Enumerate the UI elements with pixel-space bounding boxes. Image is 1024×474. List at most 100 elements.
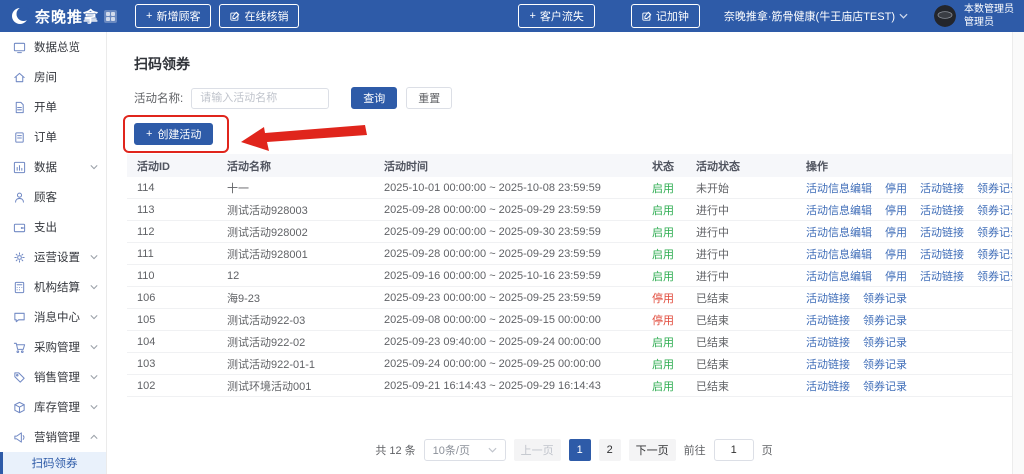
table-row: 114 十一 2025-10-01 00:00:00 ~ 2025-10-08 23… <box>127 177 1021 199</box>
action-link[interactable]: 停用 <box>885 246 907 262</box>
action-link[interactable]: 活动链接 <box>920 268 964 284</box>
sidebar-item[interactable]: 开单 <box>0 92 106 122</box>
table-row: 103 测试活动922-01-1 2025-09-24 00:00:00 ~ 202… <box>127 353 1021 375</box>
avatar[interactable] <box>934 5 956 27</box>
chevron-down-icon <box>90 283 98 291</box>
store-selector[interactable]: 奈晚推拿·筋骨健康(牛王庙店TEST) <box>724 8 908 24</box>
status-badge: 启用 <box>652 226 674 239</box>
plus-icon: + <box>146 128 153 140</box>
wallet-icon <box>13 221 26 234</box>
action-link[interactable]: 停用 <box>885 224 907 240</box>
sidebar-item[interactable]: 数据总览 <box>0 32 106 62</box>
sidebar-item[interactable]: 顾客 <box>0 182 106 212</box>
sidebar-item[interactable]: 支出 <box>0 212 106 242</box>
activity-name: 测试活动922-01-1 <box>227 358 316 371</box>
customer-loss-button[interactable]: + 客户流失 <box>518 4 595 28</box>
page-number-button[interactable]: 2 <box>598 439 621 461</box>
activity-status: 进行中 <box>696 204 729 217</box>
action-link[interactable]: 领券记录 <box>863 378 907 394</box>
activity-name-input[interactable] <box>191 87 330 109</box>
doc-icon <box>13 101 26 114</box>
record-overtime-button[interactable]: 记加钟 <box>630 4 700 28</box>
action-link[interactable]: 活动链接 <box>806 334 850 350</box>
scrollbar[interactable] <box>1012 32 1024 474</box>
action-link[interactable]: 活动信息编辑 <box>806 224 872 240</box>
table-row: 105 测试活动922-03 2025-09-08 00:00:00 ~ 2025-… <box>127 309 1021 331</box>
sidebar: 数据总览房间 开单 订单数据顾客支出运营设置机构结算 消息中心 采购管理销售管理库存管理… <box>0 32 107 474</box>
action-link[interactable]: 停用 <box>885 202 907 218</box>
action-link[interactable]: 活动链接 <box>920 224 964 240</box>
sidebar-item[interactable]: 库存管理 <box>0 392 106 422</box>
gear-icon <box>13 251 26 264</box>
sidebar-item[interactable]: 数据 <box>0 152 106 182</box>
sidebar-item[interactable]: 消息中心 <box>0 302 106 332</box>
box-icon <box>13 401 26 414</box>
calc-icon <box>13 281 26 294</box>
activity-time: 2025-10-01 00:00:00 ~ 2025-10-08 23:59:5… <box>384 181 601 194</box>
page-title: 扫码领券 <box>134 56 190 72</box>
action-link[interactable]: 活动链接 <box>920 202 964 218</box>
sidebar-item[interactable]: 房间 <box>0 62 106 92</box>
create-activity-button[interactable]: + 创建活动 <box>134 123 214 145</box>
sidebar-item-label: 数据总览 <box>34 42 80 54</box>
edit-icon <box>230 11 240 21</box>
search-button[interactable]: 查询 <box>351 87 398 109</box>
action-link[interactable]: 活动链接 <box>806 290 850 306</box>
action-link[interactable]: 活动链接 <box>806 312 850 328</box>
plus-icon: + <box>529 10 536 22</box>
sidebar-item[interactable]: 机构结算 <box>0 272 106 302</box>
total-count: 共 12 条 <box>375 445 416 457</box>
sidebar-item-label: 销售管理 <box>34 372 80 384</box>
prev-page-button[interactable]: 上一页 <box>513 439 561 461</box>
sidebar-item[interactable]: 订单 <box>0 122 106 152</box>
chevron-down-icon <box>90 373 98 381</box>
action-link[interactable]: 活动信息编辑 <box>806 268 872 284</box>
sidebar-item-label: 运营设置 <box>34 252 80 264</box>
page-size-select[interactable]: 10条/页 <box>423 439 506 461</box>
sidebar-item-label: 支出 <box>34 222 57 234</box>
action-link[interactable]: 活动信息编辑 <box>806 202 872 218</box>
sidebar-item[interactable]: 采购管理 <box>0 332 106 362</box>
activity-status: 已结束 <box>696 380 729 393</box>
order-icon <box>13 131 26 144</box>
sidebar-subitem-scan-coupon[interactable]: 扫码领券 <box>0 452 106 474</box>
action-link[interactable]: 停用 <box>885 268 907 284</box>
action-link[interactable]: 活动链接 <box>920 246 964 262</box>
row-actions: 活动信息编辑 停用 活动链接 领券记录 <box>796 224 1021 240</box>
activity-name: 测试活动922-02 <box>227 336 306 349</box>
main-content: 扫码领券 活动名称: 查询 重置 + 创建活动 活动ID活动名称活动时间状态活动… <box>107 32 1024 474</box>
action-link[interactable]: 活动链接 <box>806 378 850 394</box>
action-link[interactable]: 停用 <box>885 180 907 196</box>
status-badge: 启用 <box>652 182 674 195</box>
sidebar-item-label: 数据 <box>34 162 57 174</box>
reset-button[interactable]: 重置 <box>406 87 453 109</box>
sidebar-menu: 数据总览房间 开单 订单数据顾客支出运营设置机构结算 消息中心 采购管理销售管理库存管理… <box>0 32 106 452</box>
action-link[interactable]: 领券记录 <box>863 312 907 328</box>
new-customer-button[interactable]: + 新增顾客 <box>135 4 212 28</box>
status-badge: 启用 <box>652 204 674 217</box>
action-link[interactable]: 活动信息编辑 <box>806 180 872 196</box>
sidebar-item[interactable]: 销售管理 <box>0 362 106 392</box>
row-actions: 活动信息编辑 停用 活动链接 领券记录 <box>796 246 1021 262</box>
action-link[interactable]: 领券记录 <box>863 290 907 306</box>
goto-page-input[interactable] <box>713 439 754 461</box>
action-link[interactable]: 领券记录 <box>863 356 907 372</box>
sidebar-item[interactable]: 营销管理 <box>0 422 106 452</box>
action-link[interactable]: 活动信息编辑 <box>806 246 872 262</box>
action-link[interactable]: 活动链接 <box>920 180 964 196</box>
next-page-button[interactable]: 下一页 <box>628 439 676 461</box>
chevron-down-icon <box>899 12 908 20</box>
action-link[interactable]: 活动链接 <box>806 356 850 372</box>
activity-time: 2025-09-21 16:14:43 ~ 2025-09-29 16:14:4… <box>384 379 601 392</box>
activity-status: 未开始 <box>696 182 729 195</box>
action-link[interactable]: 领券记录 <box>863 334 907 350</box>
activity-status: 已结束 <box>696 314 729 327</box>
sidebar-item[interactable]: 运营设置 <box>0 242 106 272</box>
page-number-button[interactable]: 1 <box>568 439 591 461</box>
activity-id: 111 <box>137 247 154 260</box>
column-header: 活动ID <box>137 160 170 173</box>
column-header: 操作 <box>806 160 828 173</box>
activity-name: 十一 <box>227 182 249 195</box>
online-verify-button[interactable]: 在线核销 <box>219 4 300 28</box>
activity-table: 活动ID 活动名称 活动时间 状态 活动状态 操作 114 十一 2025-10-01 00:… <box>127 154 1021 397</box>
